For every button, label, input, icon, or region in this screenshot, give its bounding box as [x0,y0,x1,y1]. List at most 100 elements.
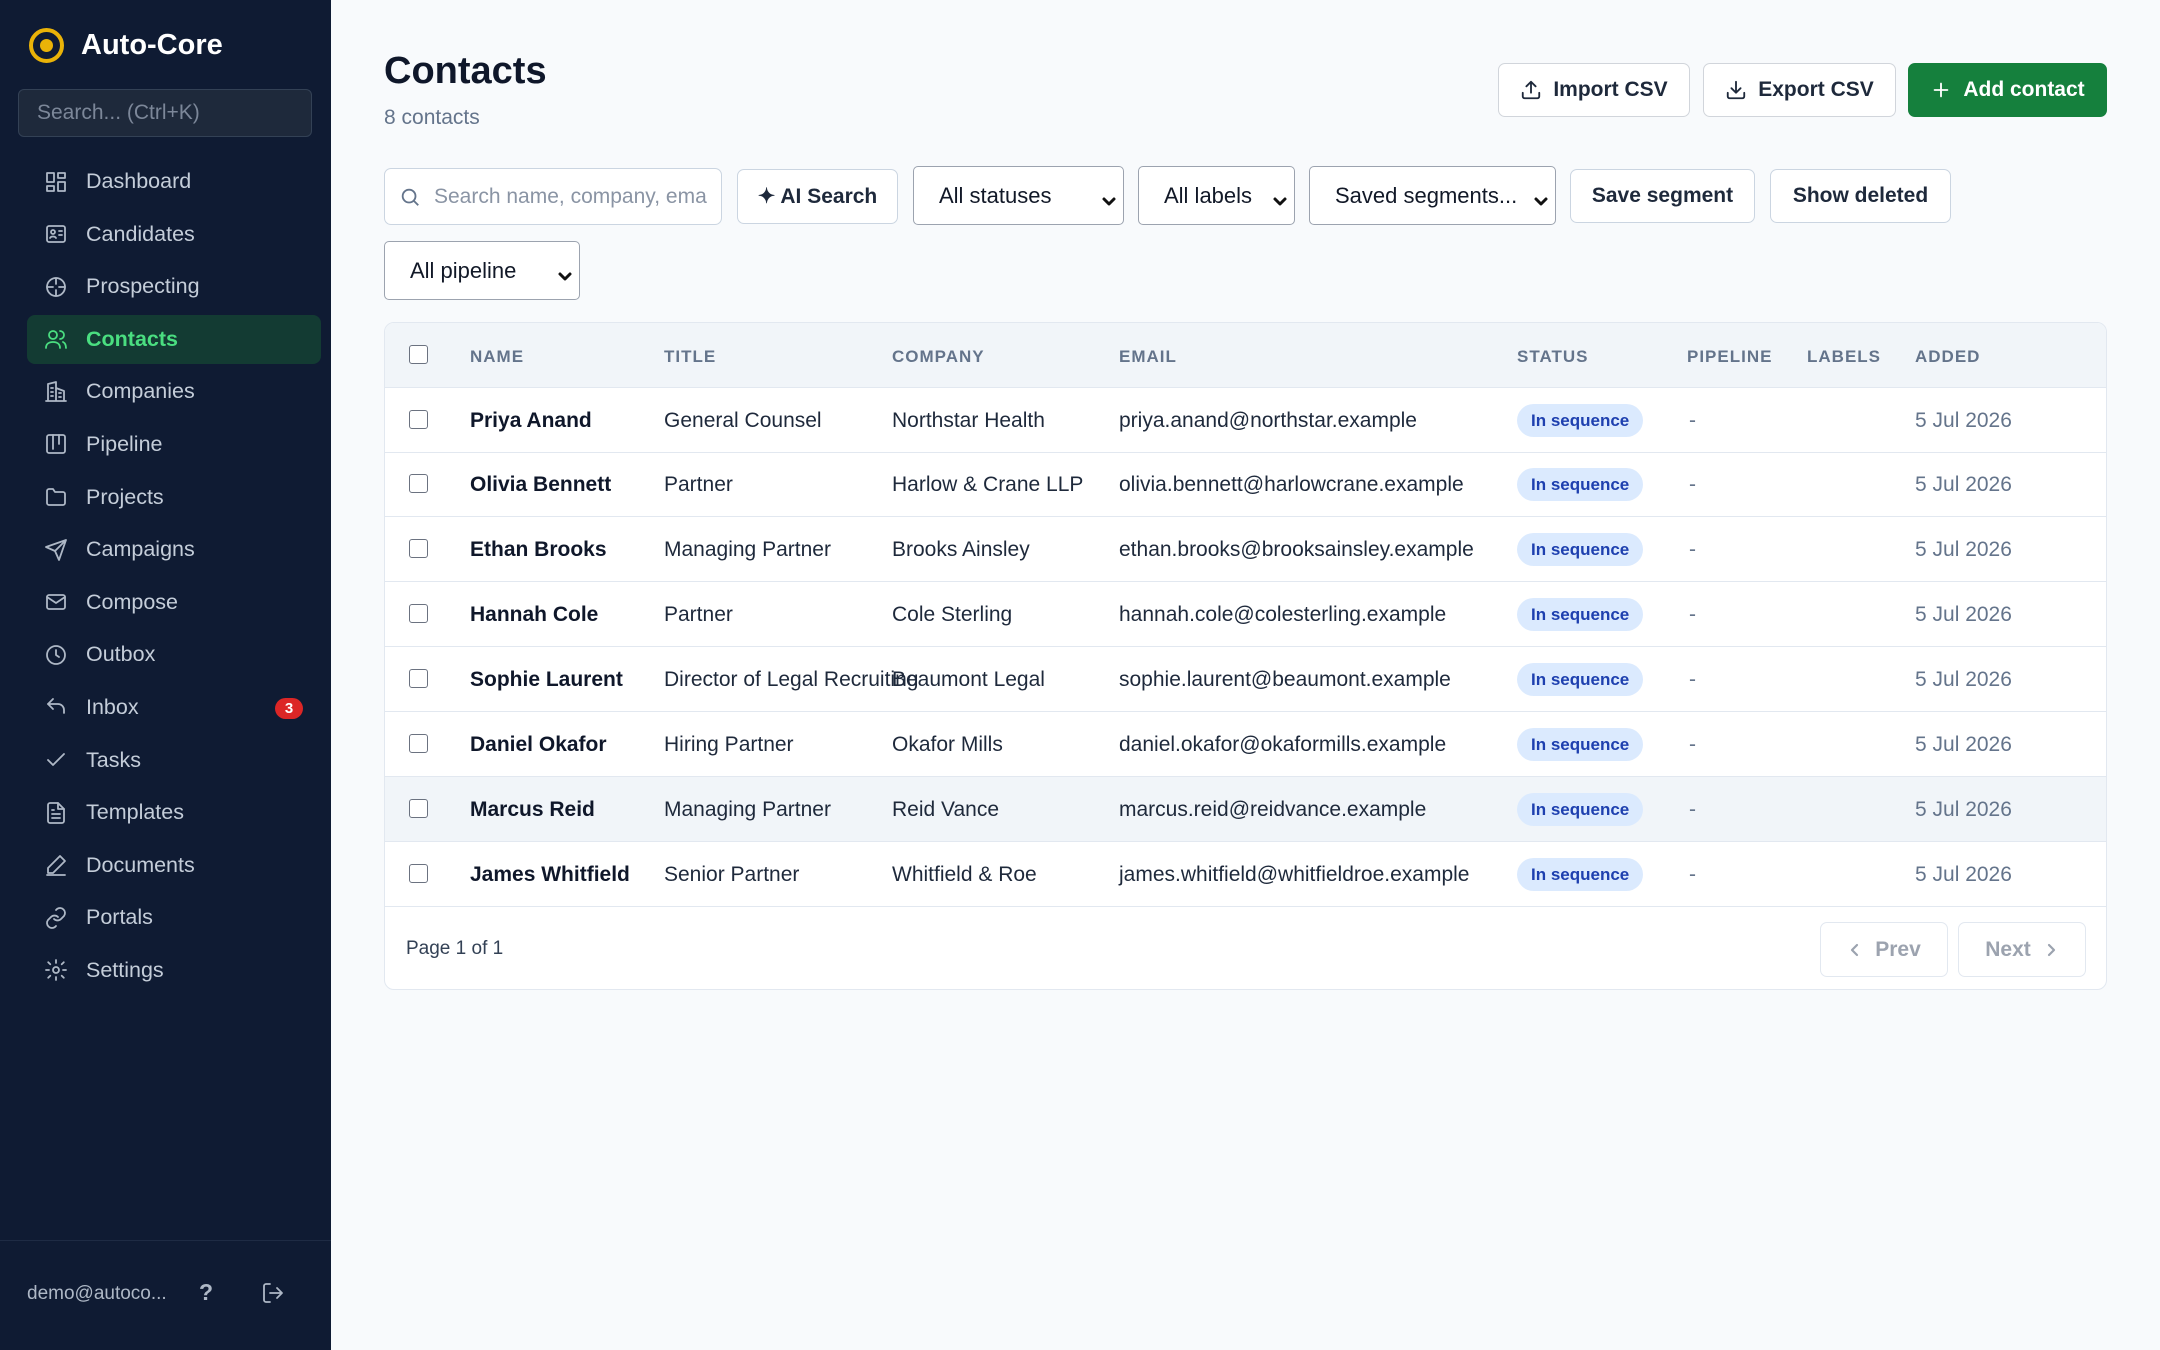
contact-email: sophie.laurent@beaumont.example [1119,668,1451,691]
sidebar-item-compose[interactable]: Compose [27,578,321,627]
contact-title: Senior Partner [664,863,800,886]
global-search-input[interactable]: Search... (Ctrl+K) [18,89,312,137]
row-checkbox[interactable] [409,410,428,429]
chevron-left-icon [1851,943,1859,956]
sidebar-item-tasks[interactable]: Tasks [27,736,321,785]
contact-name[interactable]: Sophie Laurent [470,668,623,692]
sidebar-item-companies[interactable]: Companies [27,367,321,416]
save-segment-button[interactable]: Save segment [1570,169,1755,223]
sidebar-item-settings[interactable]: Settings [27,946,321,995]
add-contact-button[interactable]: Add contact [1908,63,2107,117]
row-checkbox[interactable] [409,474,428,493]
contact-pipeline: - [1689,733,1696,756]
building-icon [44,380,68,404]
prev-page-label: Prev [1875,937,1921,961]
contact-email: daniel.okafor@okaformills.example [1119,733,1447,756]
ai-search-button[interactable]: ✦ AI Search [737,169,898,224]
sidebar-item-label: Campaigns [86,537,195,562]
row-checkbox[interactable] [409,669,428,688]
plus-icon [1933,82,1949,98]
row-checkbox[interactable] [409,799,428,818]
contact-name[interactable]: Hannah Cole [470,603,598,627]
contact-name[interactable]: Olivia Bennett [470,473,611,497]
export-csv-label: Export CSV [1758,78,1874,101]
column-header-name[interactable]: NAME [470,347,524,367]
next-page-button[interactable]: Next [1958,922,2086,977]
show-deleted-button[interactable]: Show deleted [1770,169,1951,223]
sidebar-item-dashboard[interactable]: Dashboard [27,157,321,206]
contact-company: Whitfield & Roe [892,863,1037,886]
sidebar-item-documents[interactable]: Documents [27,841,321,890]
contact-name[interactable]: Marcus Reid [470,798,595,822]
sidebar-item-label: Compose [86,589,179,614]
contact-pipeline: - [1689,409,1696,432]
row-checkbox[interactable] [409,604,428,623]
brand[interactable]: Auto-Core [29,26,223,64]
contact-email: hannah.cole@colesterling.example [1119,603,1447,626]
sidebar-item-label: Dashboard [86,169,192,193]
contact-name[interactable]: Priya Anand [470,409,592,433]
sidebar-item-label: Inbox [86,694,139,719]
contact-email: ethan.brooks@brooksainsley.example [1119,538,1474,561]
table-row[interactable]: Olivia Bennett Partner Harlow & Crane LL… [385,452,2106,517]
table-row[interactable]: Priya Anand General Counsel Northstar He… [385,388,2106,453]
pipeline-filter-select[interactable]: All pipeline [384,241,580,300]
sidebar-item-inbox[interactable]: Inbox 3 [27,683,321,732]
user-email: demo@autoco... [27,1283,167,1304]
help-icon[interactable]: ? [199,1279,213,1306]
table-header: NAME TITLE COMPANY EMAIL STATUS PIPELINE… [385,323,2106,388]
sidebar-item-contacts[interactable]: Contacts [27,314,321,364]
table-row[interactable]: Daniel Okafor Hiring Partner Okafor Mill… [385,712,2106,777]
sidebar-item-templates[interactable]: Templates [27,788,321,837]
contact-search-placeholder: Search name, company, ema [434,184,707,208]
sidebar-item-candidates[interactable]: Candidates [27,210,321,259]
contact-company: Northstar Health [892,409,1045,432]
row-checkbox[interactable] [409,734,428,753]
column-header-title[interactable]: TITLE [664,347,716,367]
signature-icon [44,853,68,877]
contact-name[interactable]: Daniel Okafor [470,733,607,757]
contact-added: 5 Jul 2026 [1915,668,2012,691]
prev-page-button[interactable]: Prev [1820,922,1948,977]
column-header-added[interactable]: ADDED [1915,347,1980,367]
mail-icon [44,590,68,614]
sidebar-item-outbox[interactable]: Outbox [27,630,321,679]
contact-search-input[interactable]: Search name, company, ema [384,168,722,225]
table-row[interactable]: Hannah Cole Partner Cole Sterling hannah… [385,582,2106,647]
sidebar-item-label: Contacts [86,326,178,351]
contact-pipeline: - [1689,538,1696,561]
contact-name[interactable]: James Whitfield [470,863,630,887]
row-checkbox[interactable] [409,539,428,558]
kanban-icon [44,432,68,456]
import-csv-button[interactable]: Import CSV [1498,63,1690,117]
column-header-labels[interactable]: LABELS [1807,347,1881,367]
sidebar-item-label: Companies [86,379,195,404]
file-text-icon [44,801,68,825]
export-csv-button[interactable]: Export CSV [1703,63,1896,117]
column-header-company[interactable]: COMPANY [892,347,985,367]
table-row[interactable]: James Whitfield Senior Partner Whitfield… [385,842,2106,907]
table-row[interactable]: Marcus Reid Managing Partner Reid Vance … [385,777,2106,842]
labels-filter-select[interactable]: All labels [1138,166,1295,225]
row-checkbox[interactable] [409,864,428,883]
sidebar-item-label: Tasks [86,747,141,772]
saved-segments-select[interactable]: Saved segments... [1309,166,1556,225]
table-row[interactable]: Ethan Brooks Managing Partner Brooks Ain… [385,517,2106,582]
sidebar-item-projects[interactable]: Projects [27,473,321,522]
status-filter-select[interactable]: All statuses [913,166,1124,225]
clock-icon [44,643,68,667]
contact-email: priya.anand@northstar.example [1119,409,1417,432]
contact-title: Managing Partner [664,798,831,821]
column-header-status[interactable]: STATUS [1517,347,1588,367]
select-all-checkbox[interactable] [409,345,428,364]
page-info: Page 1 of 1 [406,938,504,959]
sidebar-item-portals[interactable]: Portals [27,893,321,942]
column-header-pipeline[interactable]: PIPELINE [1687,347,1772,367]
sidebar-item-pipeline[interactable]: Pipeline [27,420,321,469]
logout-icon[interactable] [261,1281,285,1305]
table-row[interactable]: Sophie Laurent Director of Legal Recruit… [385,647,2106,712]
column-header-email[interactable]: EMAIL [1119,347,1177,367]
sidebar-item-campaigns[interactable]: Campaigns [27,525,321,574]
sidebar-item-prospecting[interactable]: Prospecting [27,262,321,311]
contact-name[interactable]: Ethan Brooks [470,538,607,562]
